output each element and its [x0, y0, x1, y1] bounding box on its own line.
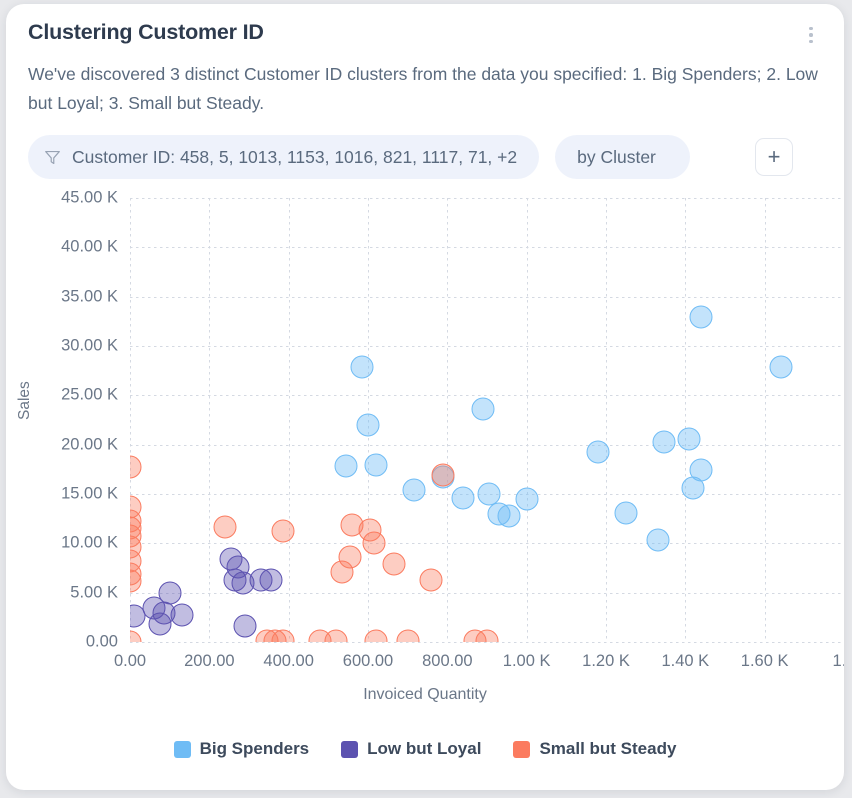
y-tick-label: 5.00 K — [70, 583, 118, 602]
scatter-point[interactable] — [396, 629, 420, 642]
x-tick-label: 1.8 — [832, 652, 844, 670]
scatter-point[interactable] — [677, 427, 701, 451]
y-tick-label: 20.00 K — [61, 435, 118, 454]
filter-row: Customer ID: 458, 5, 1013, 1153, 1016, 8… — [28, 135, 690, 179]
scatter-point[interactable] — [324, 629, 348, 642]
scatter-point[interactable] — [471, 397, 495, 421]
page-title: Clustering Customer ID — [28, 20, 264, 44]
kebab-menu-icon[interactable] — [802, 24, 820, 46]
legend-label: Low but Loyal — [367, 739, 482, 758]
scatter-point[interactable] — [362, 531, 386, 555]
x-tick-label: 0.00 — [113, 652, 147, 670]
scatter-point[interactable] — [475, 629, 499, 642]
y-tick-label: 40.00 K — [61, 237, 118, 256]
x-tick-label: 1.60 K — [740, 652, 789, 670]
legend-swatch-icon — [341, 740, 359, 758]
data-points-layer — [130, 198, 844, 642]
x-axis-ticks: 0.00 200.00 400.00 600.00 800.00 1.00 K 1.20 K… — [114, 652, 844, 676]
kebab-dot — [809, 33, 813, 37]
funnel-icon — [45, 150, 60, 164]
x-tick-label: 800.00 — [422, 652, 473, 670]
scatter-point[interactable] — [334, 454, 358, 478]
scatter-point[interactable] — [681, 476, 705, 500]
legend-label: Small but Steady — [539, 739, 677, 758]
scatter-point[interactable] — [497, 504, 521, 528]
y-tick-label: 10.00 K — [61, 533, 118, 552]
scatter-point[interactable] — [769, 355, 793, 379]
scatter-point[interactable] — [451, 486, 475, 510]
scatter-point[interactable] — [402, 478, 426, 502]
y-tick-label: 0.00 — [85, 632, 118, 651]
scatter-point[interactable] — [382, 552, 406, 576]
x-tick-label: 1.20 K — [582, 652, 630, 670]
scatter-point[interactable] — [130, 630, 142, 642]
scatter-point[interactable] — [259, 568, 283, 592]
kebab-dot — [809, 39, 813, 44]
scatter-point[interactable] — [431, 463, 455, 487]
scatter-point[interactable] — [130, 455, 142, 479]
scatter-point[interactable] — [350, 355, 374, 379]
x-tick-label: 400.00 — [263, 652, 314, 670]
chart-legend: Big Spenders Low but Loyal Small but Stead… — [6, 739, 844, 759]
filter-pill-label: Customer ID: 458, 5, 1013, 1153, 1016, 8… — [72, 146, 518, 167]
kebab-dot — [809, 26, 813, 31]
clustering-card: Clustering Customer ID We've discovered … — [6, 4, 844, 790]
legend-swatch-icon — [173, 740, 191, 758]
add-filter-button[interactable]: + — [755, 138, 793, 176]
scatter-point[interactable] — [233, 614, 257, 638]
scatter-point[interactable] — [586, 440, 610, 464]
group-by-pill[interactable]: by Cluster — [555, 135, 690, 179]
y-tick-label: 45.00 K — [61, 188, 118, 207]
legend-swatch-icon — [513, 740, 531, 758]
x-tick-label: 600.00 — [342, 652, 394, 670]
x-axis-label: Invoiced Quantity — [363, 686, 487, 703]
plot-area — [130, 198, 844, 643]
filter-pill-customer-id[interactable]: Customer ID: 458, 5, 1013, 1153, 1016, 8… — [28, 135, 540, 179]
legend-item[interactable]: Big Spenders — [173, 739, 310, 759]
y-tick-label: 15.00 K — [61, 484, 118, 503]
scatter-point[interactable] — [148, 612, 172, 636]
x-tick-label: 200.00 — [184, 652, 235, 670]
scatter-point[interactable] — [652, 430, 676, 454]
scatter-point[interactable] — [330, 560, 354, 584]
scatter-point[interactable] — [356, 413, 380, 437]
scatter-point[interactable] — [271, 629, 295, 642]
x-tick-label: 1.40 K — [661, 652, 710, 670]
scatter-point[interactable] — [614, 501, 638, 525]
scatter-point[interactable] — [271, 519, 295, 542]
card-subtitle: We've discovered 3 distinct Customer ID … — [28, 64, 818, 113]
y-tick-label: 35.00 K — [61, 287, 118, 306]
scatter-point[interactable] — [419, 568, 443, 592]
gridline-horizontal — [130, 642, 844, 643]
scatter-point[interactable] — [170, 603, 194, 627]
y-tick-label: 25.00 K — [61, 385, 118, 404]
legend-item[interactable]: Low but Loyal — [341, 739, 481, 759]
scatter-chart: Sales 0.00 5.00 K 10.00 K 15.00 K 20.00 K 25.… — [6, 186, 844, 731]
y-tick-label: 30.00 K — [61, 336, 118, 355]
group-by-label: by Cluster — [577, 146, 656, 167]
scatter-point[interactable] — [213, 515, 237, 539]
scatter-point[interactable] — [364, 453, 388, 477]
x-tick-label: 1.00 K — [502, 652, 551, 670]
scatter-point[interactable] — [364, 629, 388, 642]
legend-item[interactable]: Small but Steady — [513, 739, 676, 759]
legend-label: Big Spenders — [199, 739, 310, 758]
scatter-point[interactable] — [646, 528, 670, 552]
scatter-point[interactable] — [515, 487, 539, 511]
y-axis-ticks: 0.00 5.00 K 10.00 K 15.00 K 20.00 K 25.00 K 30… — [6, 189, 118, 651]
scatter-point[interactable] — [689, 305, 713, 329]
